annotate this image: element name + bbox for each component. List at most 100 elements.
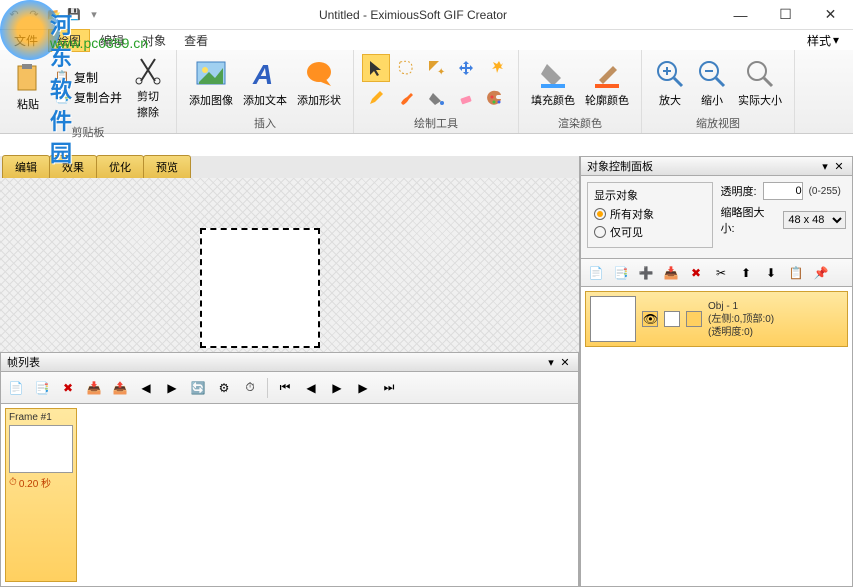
canvas[interactable] bbox=[0, 178, 579, 352]
play-first-icon[interactable]: ⏮ bbox=[274, 377, 296, 399]
ribbon-insert: 添加图像 A添加文本 添加形状 插入 bbox=[177, 50, 354, 133]
play-prev-icon[interactable]: ◀ bbox=[300, 377, 322, 399]
frame-thumb bbox=[9, 425, 73, 473]
objpanel-body: 显示对象 所有对象 仅可见 透明度:(0-255) 缩略图大小:48 x 48 bbox=[580, 176, 853, 259]
zoom-out-button[interactable]: 缩小 bbox=[692, 56, 732, 110]
zoom-in-button[interactable]: 放大 bbox=[650, 56, 690, 110]
style-dropdown[interactable]: 样式 ▾ bbox=[799, 30, 847, 51]
tab-preview[interactable]: 预览 bbox=[143, 155, 191, 178]
add-shape-button[interactable]: 添加形状 bbox=[293, 56, 345, 110]
obj-dup-icon[interactable]: 📑 bbox=[610, 262, 632, 284]
ribbon: 粘贴 📋复制 📑复制合并 剪切擦除 剪贴板 添加图像 A添加文本 添加形状 插入 bbox=[0, 50, 853, 134]
thumbsize-select[interactable]: 48 x 48 bbox=[783, 211, 846, 229]
obj-new-icon[interactable]: 📄 bbox=[585, 262, 607, 284]
frame-add-icon[interactable]: 📄 bbox=[5, 377, 27, 399]
svg-text:✦: ✦ bbox=[437, 67, 445, 77]
qat-more-icon[interactable]: ▾ bbox=[86, 7, 102, 23]
tool-lasso[interactable] bbox=[392, 54, 420, 82]
tool-eraser[interactable] bbox=[452, 84, 480, 112]
frame-export-icon[interactable]: 📤 bbox=[109, 377, 131, 399]
obj-sel-icon[interactable] bbox=[686, 311, 702, 327]
obj-copy-icon[interactable]: 📋 bbox=[785, 262, 807, 284]
obj-import-icon[interactable]: 📥 bbox=[660, 262, 682, 284]
obj-up-icon[interactable]: ⬆ bbox=[735, 262, 757, 284]
framelist-header: 帧列表 ▾ ✕ bbox=[0, 352, 579, 372]
frame-refresh-icon[interactable]: 🔄 bbox=[187, 377, 209, 399]
obj-cut-icon[interactable]: ✂ bbox=[710, 262, 732, 284]
selected-object[interactable] bbox=[200, 228, 320, 348]
framelist-close-icon[interactable]: ✕ bbox=[558, 356, 572, 369]
ribbon-clipboard: 粘贴 📋复制 📑复制合并 剪切擦除 剪贴板 bbox=[0, 50, 177, 133]
frame-import-icon[interactable]: 📥 bbox=[83, 377, 105, 399]
tab-effect[interactable]: 效果 bbox=[49, 155, 97, 178]
merge-copy-button[interactable]: 📑复制合并 bbox=[50, 88, 126, 107]
radio-all[interactable]: 所有对象 bbox=[594, 205, 706, 223]
tool-pencil[interactable] bbox=[362, 84, 390, 112]
tool-move[interactable] bbox=[452, 54, 480, 82]
frame-settings-icon[interactable]: ⚙ bbox=[213, 377, 235, 399]
copy-button[interactable]: 📋复制 bbox=[50, 68, 126, 87]
tool-wand[interactable] bbox=[482, 54, 510, 82]
close-button[interactable]: ✕ bbox=[808, 0, 853, 30]
minimize-button[interactable]: — bbox=[718, 0, 763, 30]
actual-size-button[interactable]: 实际大小 bbox=[734, 56, 786, 110]
tab-edit[interactable]: 编辑 bbox=[2, 155, 50, 178]
play-last-icon[interactable]: ⏭ bbox=[378, 377, 400, 399]
quick-access-toolbar: ↶ ↷ 📂 💾 ▾ bbox=[0, 7, 108, 23]
menu-object[interactable]: 对象 bbox=[134, 30, 174, 51]
frame-right-icon[interactable]: ▶ bbox=[161, 377, 183, 399]
object-item[interactable]: 👁 Obj - 1 (左侧:0,顶部:0) (透明度:0) bbox=[585, 291, 848, 347]
maximize-button[interactable]: ☐ bbox=[763, 0, 808, 30]
add-image-button[interactable]: 添加图像 bbox=[185, 56, 237, 110]
frame-time-icon[interactable]: ⏱ bbox=[239, 377, 261, 399]
tool-arrow-star[interactable]: ✦ bbox=[422, 54, 450, 82]
obj-paste-icon[interactable]: 📌 bbox=[810, 262, 832, 284]
cut-icon bbox=[132, 54, 164, 86]
zoom-in-icon bbox=[654, 58, 686, 90]
paste-button[interactable]: 粘贴 bbox=[8, 60, 48, 114]
qat-open-icon[interactable]: 📂 bbox=[46, 7, 62, 23]
frame-toolbar: 📄 📑 ✖ 📥 📤 ◀ ▶ 🔄 ⚙ ⏱ ⏮ ◀ ▶ ▶ ⏭ bbox=[0, 372, 579, 404]
qat-redo-icon[interactable]: ↷ bbox=[26, 7, 42, 23]
paste-icon bbox=[12, 62, 44, 94]
tool-palette[interactable] bbox=[482, 84, 510, 112]
tab-optimize[interactable]: 优化 bbox=[96, 155, 144, 178]
fill-color-button[interactable]: 填充颜色 bbox=[527, 56, 579, 110]
merge-icon: 📑 bbox=[54, 89, 70, 105]
menu-view[interactable]: 查看 bbox=[176, 30, 216, 51]
outline-color-button[interactable]: 轮廓颜色 bbox=[581, 56, 633, 110]
menu-edit[interactable]: 编辑 bbox=[92, 30, 132, 51]
objpanel-pin-icon[interactable]: ▾ bbox=[818, 160, 832, 173]
add-text-button[interactable]: A添加文本 bbox=[239, 56, 291, 110]
frame-left-icon[interactable]: ◀ bbox=[135, 377, 157, 399]
clock-icon: ⏱ bbox=[9, 477, 17, 488]
menu-file[interactable]: 文件 bbox=[6, 30, 46, 51]
obj-del-icon[interactable]: ✖ bbox=[685, 262, 707, 284]
menu-draw[interactable]: 绘图 bbox=[48, 29, 90, 52]
frame-dup-icon[interactable]: 📑 bbox=[31, 377, 53, 399]
obj-add-icon[interactable]: ➕ bbox=[635, 262, 657, 284]
radio-visible[interactable]: 仅可见 bbox=[594, 223, 706, 241]
copy-icon: 📋 bbox=[54, 69, 70, 85]
tool-bucket[interactable] bbox=[422, 84, 450, 112]
cut-erase-button[interactable]: 剪切擦除 bbox=[128, 52, 168, 122]
objpanel-close-icon[interactable]: ✕ bbox=[832, 160, 846, 173]
opacity-input[interactable] bbox=[763, 182, 803, 200]
qat-undo-icon[interactable]: ↶ bbox=[6, 7, 22, 23]
play-play-icon[interactable]: ▶ bbox=[326, 377, 348, 399]
frame-del-icon[interactable]: ✖ bbox=[57, 377, 79, 399]
obj-lock-icon[interactable] bbox=[664, 311, 680, 327]
qat-save-icon[interactable]: 💾 bbox=[66, 7, 82, 23]
tool-brush[interactable] bbox=[392, 84, 420, 112]
fill-icon bbox=[537, 58, 569, 90]
play-next-icon[interactable]: ▶ bbox=[352, 377, 374, 399]
frame-item[interactable]: Frame #1 ⏱0.20 秒 bbox=[5, 408, 77, 582]
outline-icon bbox=[591, 58, 623, 90]
obj-down-icon[interactable]: ⬇ bbox=[760, 262, 782, 284]
frame-list: Frame #1 ⏱0.20 秒 bbox=[0, 404, 579, 587]
framelist-pin-icon[interactable]: ▾ bbox=[544, 356, 558, 369]
image-icon bbox=[195, 58, 227, 90]
obj-vis-icon[interactable]: 👁 bbox=[642, 311, 658, 327]
tool-select[interactable] bbox=[362, 54, 390, 82]
ribbon-drawtools: ✦ 绘制工具 bbox=[354, 50, 519, 133]
